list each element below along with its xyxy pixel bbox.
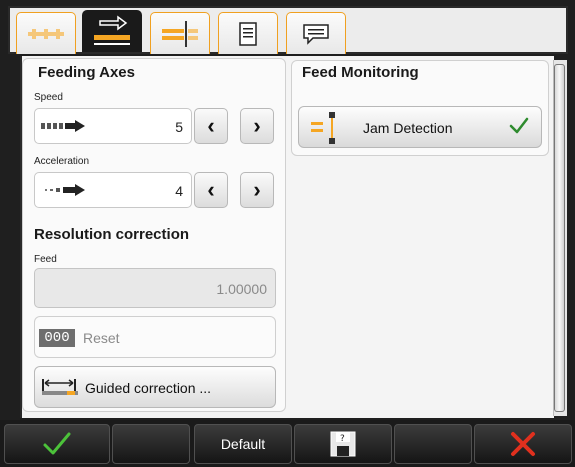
document-icon xyxy=(239,21,257,46)
speed-label: Speed xyxy=(34,92,63,103)
chevron-left-icon: ‹ xyxy=(207,113,215,138)
guided-correction-button[interactable]: Guided correction ... xyxy=(34,366,276,408)
measure-icon xyxy=(42,379,78,395)
acceleration-field[interactable]: 4 xyxy=(34,172,192,208)
feed-label: Feed xyxy=(34,254,57,265)
feed-correction-field: 1.00000 xyxy=(34,268,276,308)
cancel-button[interactable] xyxy=(474,424,572,464)
tab-feed-direction[interactable] xyxy=(82,10,142,52)
jam-detection-toggle[interactable]: Jam Detection xyxy=(298,106,542,148)
reset-label: Reset xyxy=(83,330,120,346)
tab-feed-cut[interactable] xyxy=(150,12,210,54)
chevron-right-icon: › xyxy=(253,113,261,138)
feed-cut-icon xyxy=(162,20,198,47)
spacer-button-2 xyxy=(394,424,472,464)
speed-field[interactable]: 5 xyxy=(34,108,192,144)
feed-direction-icon xyxy=(94,15,130,45)
tab-document[interactable] xyxy=(218,12,278,54)
feed-monitoring-title: Feed Monitoring xyxy=(302,64,419,81)
ok-button[interactable] xyxy=(4,424,110,464)
save-button[interactable]: ? xyxy=(294,424,392,464)
tab-messages[interactable] xyxy=(286,12,346,54)
default-label: Default xyxy=(220,436,266,452)
acceleration-value: 4 xyxy=(175,183,183,199)
feed-rollers-icon xyxy=(28,28,64,39)
svg-text:?: ? xyxy=(340,434,345,444)
speed-increase-button[interactable]: › xyxy=(240,108,274,144)
close-icon xyxy=(511,432,535,456)
jam-detection-label: Jam Detection xyxy=(363,120,453,136)
checkmark-icon xyxy=(509,117,529,134)
guided-correction-label: Guided correction ... xyxy=(85,380,212,396)
speed-arrow-icon xyxy=(41,120,85,132)
counter-reset-icon: 000 xyxy=(39,329,75,347)
scrollbar-thumb[interactable] xyxy=(554,64,565,412)
feeding-axes-title: Feeding Axes xyxy=(38,64,135,81)
default-button[interactable]: Default xyxy=(194,424,292,464)
chevron-left-icon: ‹ xyxy=(207,177,215,202)
acceleration-label: Acceleration xyxy=(34,156,90,167)
jam-sensor-icon xyxy=(311,112,335,144)
save-icon: ? xyxy=(330,431,356,457)
acceleration-increase-button[interactable]: › xyxy=(240,172,274,208)
message-icon xyxy=(303,23,329,45)
feed-correction-value: 1.00000 xyxy=(216,281,267,297)
checkmark-icon xyxy=(43,432,71,455)
spacer-button-1 xyxy=(112,424,190,464)
resolution-correction-title: Resolution correction xyxy=(34,226,190,243)
acceleration-decrease-button[interactable]: ‹ xyxy=(194,172,228,208)
tab-bar xyxy=(8,6,568,54)
tab-feed-rollers[interactable] xyxy=(16,12,76,54)
acceleration-arrow-icon xyxy=(45,184,85,196)
speed-value: 5 xyxy=(175,119,183,135)
reset-button[interactable]: 000 Reset xyxy=(34,316,276,358)
chevron-right-icon: › xyxy=(253,177,261,202)
speed-decrease-button[interactable]: ‹ xyxy=(194,108,228,144)
